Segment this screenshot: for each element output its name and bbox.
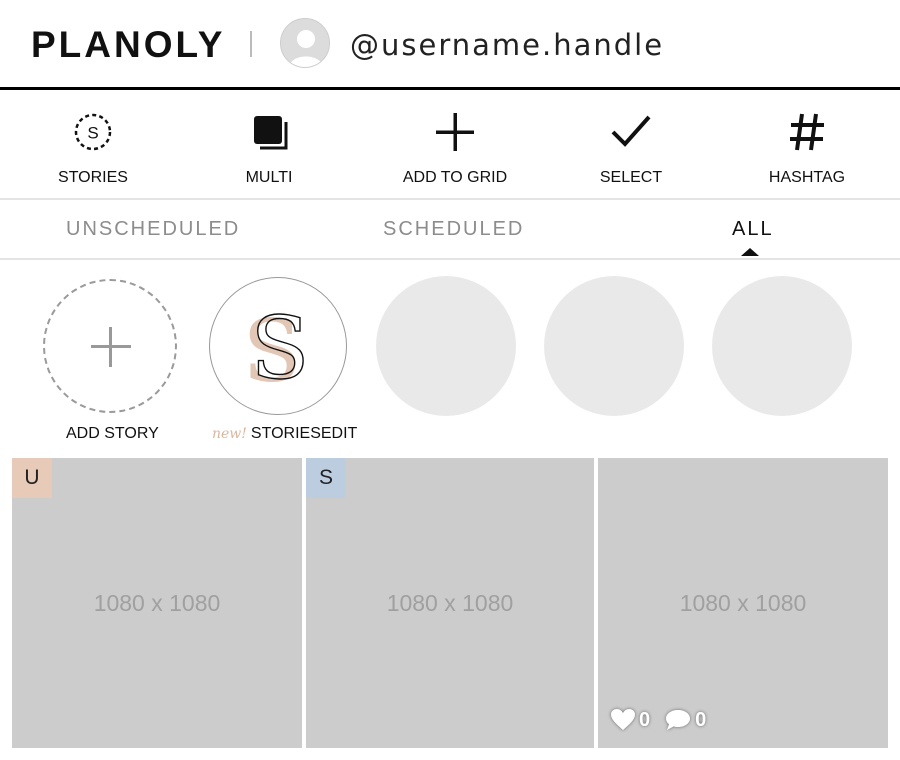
story-placeholder[interactable] bbox=[712, 276, 852, 416]
tile-dimensions: 1080 x 1080 bbox=[679, 590, 807, 616]
grid-tile-posted[interactable]: 1080 x 1080 0 0 bbox=[598, 458, 888, 748]
grid-tile-scheduled[interactable]: S 1080 x 1080 bbox=[306, 458, 594, 748]
add-to-grid-button[interactable]: ADD TO GRID bbox=[380, 92, 530, 200]
user-silhouette-icon bbox=[281, 19, 329, 67]
multi-button[interactable]: MULTI bbox=[194, 92, 344, 200]
new-tag: new! bbox=[212, 426, 247, 442]
plus-icon bbox=[433, 110, 477, 154]
tab-scheduled[interactable]: SCHEDULED bbox=[383, 218, 524, 241]
tile-dimensions: 1080 x 1080 bbox=[93, 590, 221, 616]
tile-dimensions: 1080 x 1080 bbox=[386, 590, 514, 616]
storiesedit-label: new! STORIESEDIT bbox=[212, 425, 357, 443]
select-label: SELECT bbox=[599, 169, 663, 186]
post-stats: 0 0 bbox=[610, 708, 720, 732]
stories-icon: S bbox=[71, 110, 115, 154]
stories-icon-letter: S bbox=[87, 124, 98, 143]
header-divider bbox=[250, 31, 252, 57]
avatar[interactable] bbox=[280, 18, 330, 68]
storiesedit-logo-icon: S S bbox=[243, 298, 311, 402]
account-handle[interactable]: @username.handle bbox=[350, 28, 664, 62]
storiesedit-button[interactable]: S S bbox=[209, 277, 347, 415]
svg-text:S: S bbox=[251, 299, 310, 399]
storiesedit-label-text: STORIESEDIT bbox=[250, 425, 358, 442]
story-placeholder[interactable] bbox=[544, 276, 684, 416]
select-button[interactable]: SELECT bbox=[556, 92, 706, 200]
stories-button[interactable]: S STORIES bbox=[18, 92, 168, 200]
tab-unscheduled[interactable]: UNSCHEDULED bbox=[66, 218, 240, 241]
unscheduled-badge: U bbox=[12, 458, 52, 498]
checkmark-icon bbox=[609, 110, 653, 154]
hashtag-icon bbox=[785, 110, 829, 154]
header-bar: PLANOLY @username.handle bbox=[0, 0, 900, 90]
add-story-label: ADD STORY bbox=[66, 425, 159, 442]
status-tabs: UNSCHEDULED SCHEDULED ALL bbox=[0, 202, 900, 260]
grid-tile-unscheduled[interactable]: U 1080 x 1080 bbox=[12, 458, 302, 748]
scheduled-badge: S bbox=[306, 458, 346, 498]
heart-icon bbox=[611, 709, 635, 730]
hashtag-label: HASHTAG bbox=[768, 169, 846, 186]
comments-count: 0 bbox=[695, 708, 707, 731]
stories-label: STORIES bbox=[58, 169, 128, 186]
tab-all[interactable]: ALL bbox=[732, 218, 774, 241]
multi-icon bbox=[247, 110, 291, 154]
story-placeholder[interactable] bbox=[376, 276, 516, 416]
planoly-logo[interactable]: PLANOLY bbox=[31, 24, 225, 66]
multi-label: MULTI bbox=[245, 169, 293, 186]
toolbar: S STORIES MULTI ADD TO GRID SELECT HASHT… bbox=[0, 92, 900, 200]
active-tab-caret-icon bbox=[741, 248, 759, 256]
hashtag-button[interactable]: HASHTAG bbox=[732, 92, 882, 200]
likes-count: 0 bbox=[639, 708, 651, 731]
add-to-grid-label: ADD TO GRID bbox=[402, 169, 508, 186]
comment-icon bbox=[666, 710, 691, 730]
add-story-button[interactable] bbox=[43, 279, 177, 413]
